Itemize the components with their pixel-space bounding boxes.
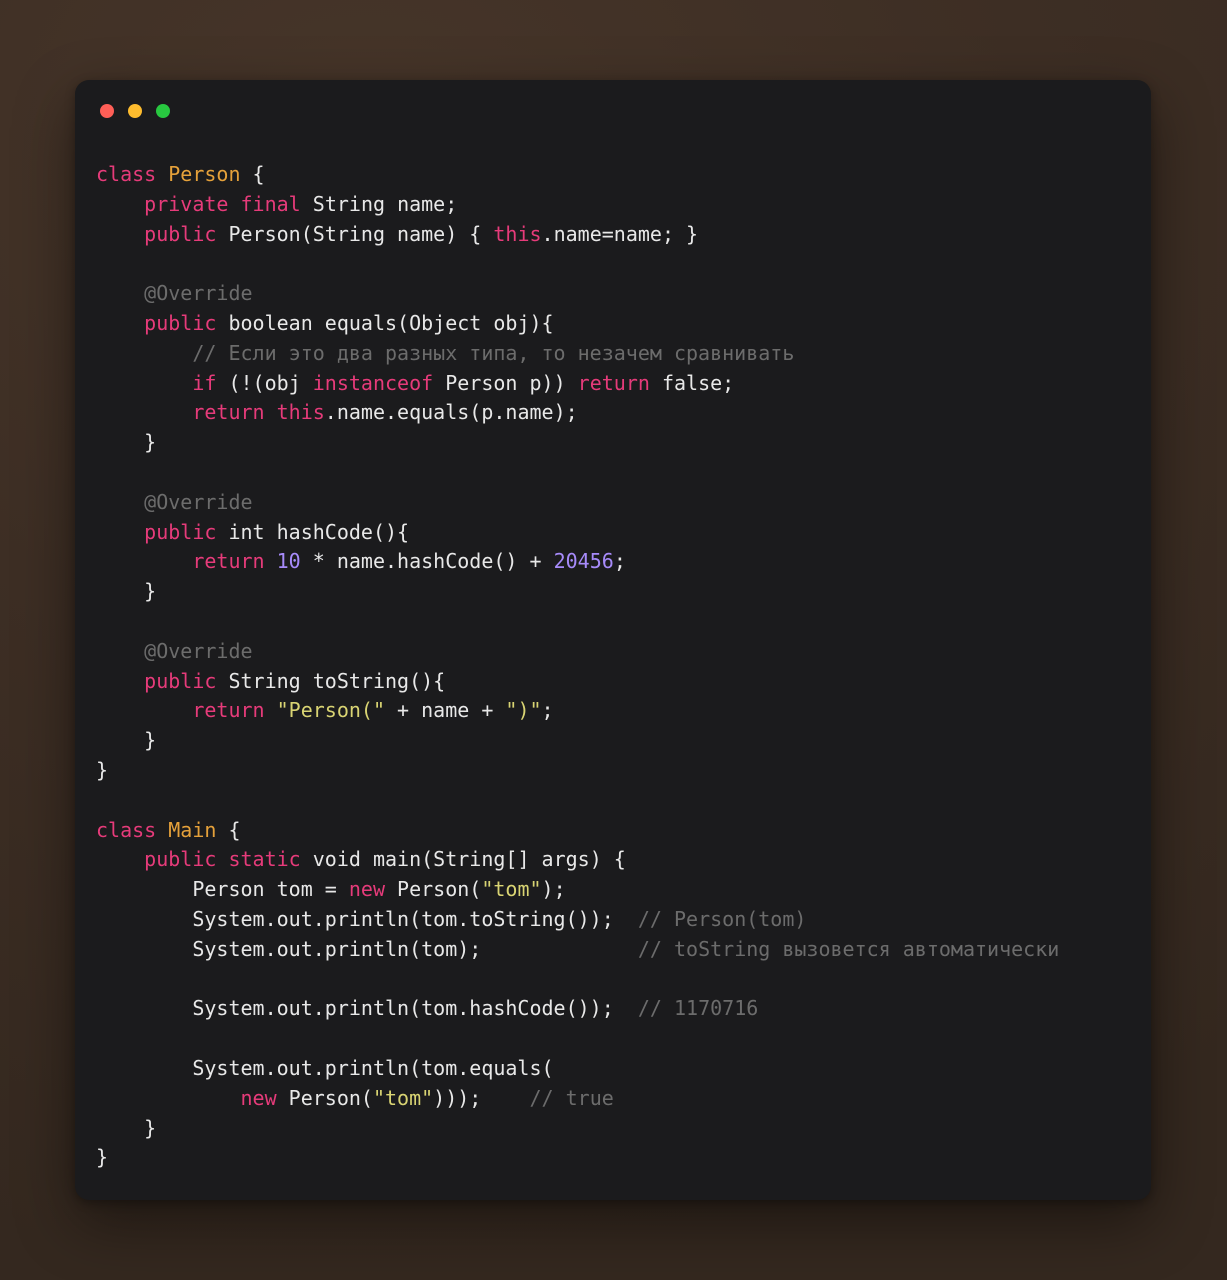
code-token-pln: System.out.println(tom.equals( — [96, 1055, 554, 1080]
code-token-pln: .name.equals(p.name); — [324, 400, 578, 425]
code-token-kw: new — [240, 1085, 277, 1110]
code-token-kw: this — [276, 400, 325, 425]
code-token-kw: if — [192, 370, 217, 395]
code-token-pln — [96, 400, 192, 424]
code-window: class Person { private final String name… — [75, 80, 1151, 1200]
code-token-num: 10 — [276, 549, 301, 574]
code-token-kw: return — [192, 698, 265, 723]
code-token-pln — [96, 341, 192, 365]
code-token-cmt: // Если это два разных типа, то незачем … — [192, 340, 795, 365]
code-token-pln: System.out.println(tom.hashCode()); — [96, 996, 638, 1021]
code-token-pln — [96, 490, 144, 514]
code-token-pln: Person p)) — [433, 370, 578, 395]
code-token-pln — [265, 698, 277, 722]
code-token-pln: } — [96, 728, 157, 753]
code-token-pln — [96, 222, 144, 246]
code-token-pln — [265, 549, 277, 573]
code-token-pln: String name; — [300, 191, 458, 216]
code-token-pln: String toString(){ — [216, 668, 446, 693]
code-token-pln: Person( — [385, 877, 482, 902]
code-token-cls: Person — [168, 162, 241, 186]
code-token-kw: class — [96, 162, 157, 186]
code-token-pln: } — [96, 1145, 109, 1170]
minimize-window-button[interactable] — [128, 104, 142, 118]
code-token-str: "tom" — [372, 1085, 434, 1110]
code-token-kw: return — [577, 370, 650, 395]
code-token-cmt: @Override — [144, 281, 253, 306]
code-token-str: ")" — [505, 698, 542, 723]
code-token-pln: boolean equals(Object obj){ — [216, 310, 554, 335]
code-token-kw: static — [228, 847, 301, 872]
code-token-pln — [96, 669, 144, 693]
code-token-kw: instanceof — [312, 370, 434, 395]
code-token-pln: ; — [541, 698, 554, 723]
code-token-kw: this — [493, 221, 542, 246]
code-token-pln — [156, 162, 168, 186]
code-token-cls: Main — [168, 817, 217, 842]
code-token-pln: ); — [541, 877, 566, 902]
code-token-pln — [96, 192, 144, 216]
code-token-pln — [96, 371, 192, 395]
code-body: class Person { private final String name… — [75, 142, 1151, 1173]
code-token-num: 20456 — [553, 549, 614, 574]
code-token-str: "Person(" — [276, 698, 385, 723]
code-token-pln: + name + — [385, 698, 506, 723]
code-token-pln: void main(String[] args) { — [300, 847, 626, 872]
code-token-pln — [96, 1086, 241, 1110]
code-token-pln — [216, 847, 228, 871]
code-token-pln: { — [240, 162, 265, 186]
code-token-pln — [228, 192, 240, 216]
code-token-pln: Person(String name) { — [216, 221, 494, 246]
code-token-kw: public — [144, 221, 217, 246]
code-token-kw: return — [192, 400, 265, 425]
code-token-pln: ))); — [433, 1085, 530, 1110]
code-token-pln: (!(obj — [216, 370, 313, 395]
code-token-pln — [96, 698, 192, 722]
code-token-kw: new — [348, 877, 385, 902]
code-token-cmt: @Override — [144, 489, 253, 514]
code-token-kw: public — [144, 668, 217, 693]
code-token-pln: Person( — [276, 1085, 373, 1110]
code-token-kw: class — [96, 817, 157, 842]
code-token-kw: public — [144, 519, 217, 544]
code-token-pln: { — [216, 817, 241, 842]
code-token-pln: System.out.println(tom); — [96, 936, 638, 961]
code-token-pln — [96, 281, 144, 305]
code-token-cmt: // Person(tom) — [637, 906, 807, 931]
code-token-pln: } — [96, 430, 157, 455]
close-window-button[interactable] — [100, 104, 114, 118]
code-token-kw: public — [144, 310, 217, 335]
code-token-pln: ; — [613, 549, 626, 574]
code-token-pln: System.out.println(tom.toString()); — [96, 906, 638, 931]
code-token-pln — [96, 847, 144, 871]
code-token-pln: int hashCode(){ — [216, 519, 410, 544]
code-token-cmt: // 1170716 — [637, 996, 759, 1021]
code-token-kw: return — [192, 549, 265, 574]
maximize-window-button[interactable] — [156, 104, 170, 118]
code-token-cmt: // true — [529, 1085, 614, 1110]
code-token-cmt: @Override — [144, 638, 253, 663]
code-token-pln: } — [96, 579, 157, 604]
code-token-pln: * name.hashCode() + — [300, 549, 554, 574]
code-token-pln — [96, 639, 144, 663]
code-token-pln: } — [96, 1115, 157, 1140]
code-token-kw: private — [144, 191, 229, 216]
code-token-kw: final — [240, 191, 301, 216]
code-token-kw: public — [144, 847, 217, 872]
code-token-pln: Person tom = — [96, 877, 349, 902]
code-token-pln — [96, 549, 192, 573]
code-token-cmt: // toString вызовется автоматически — [637, 936, 1060, 961]
code-token-pln — [96, 520, 144, 544]
code-token-pln: false; — [649, 370, 735, 395]
code-token-pln — [265, 400, 277, 424]
code-token-pln: } — [96, 757, 109, 782]
window-titlebar — [75, 80, 1151, 142]
code-token-str: "tom" — [481, 877, 542, 902]
source-code-block[interactable]: class Person { private final String name… — [96, 160, 1151, 1173]
code-token-pln — [96, 311, 144, 335]
code-token-pln — [156, 818, 168, 842]
code-token-pln: .name=name; } — [541, 221, 699, 246]
